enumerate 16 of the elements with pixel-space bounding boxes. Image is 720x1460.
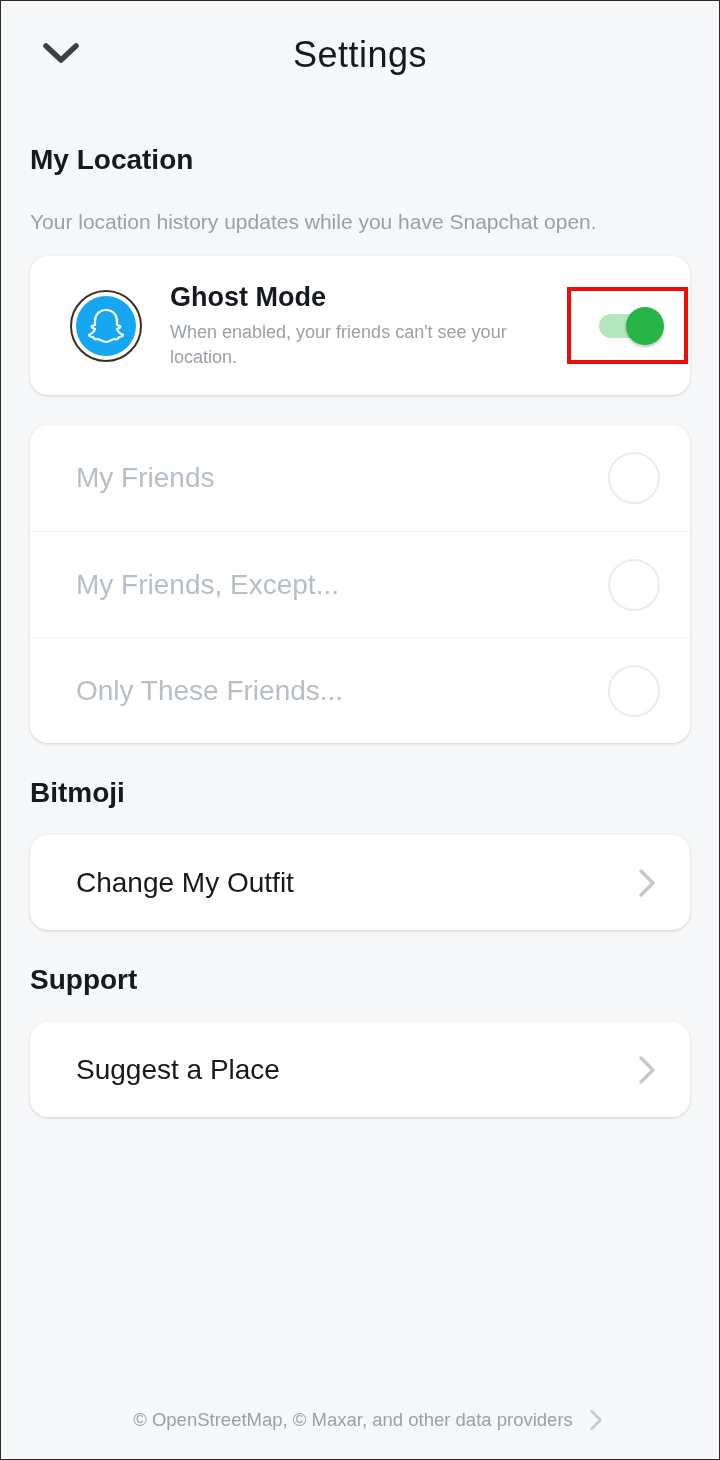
section-description: Your location history updates while you have Snapchat open. bbox=[30, 209, 598, 235]
chevron-right-icon bbox=[638, 1054, 656, 1085]
chevron-right-icon bbox=[638, 867, 656, 898]
settings-row-button[interactable]: Change My Outfit bbox=[30, 835, 690, 930]
ghost-mode-title: Ghost Mode bbox=[170, 281, 327, 313]
chevron-down-icon[interactable] bbox=[42, 41, 80, 65]
attribution-link[interactable]: © OpenStreetMap, © Maxar, and other data providers bbox=[133, 1409, 603, 1431]
section-heading: Support bbox=[30, 963, 139, 997]
section-heading: Bitmoji bbox=[30, 776, 126, 810]
page-title: Settings bbox=[292, 34, 428, 76]
ghost-avatar-icon bbox=[70, 289, 142, 362]
chevron-right-icon bbox=[588, 1409, 603, 1431]
ghost-mode-description: When enabled, your friends can't see your location. bbox=[170, 321, 508, 369]
settings-row-button[interactable]: Suggest a Place bbox=[30, 1022, 690, 1117]
ghost-mode-toggle[interactable] bbox=[598, 305, 665, 346]
section-heading: My Location bbox=[30, 143, 195, 177]
